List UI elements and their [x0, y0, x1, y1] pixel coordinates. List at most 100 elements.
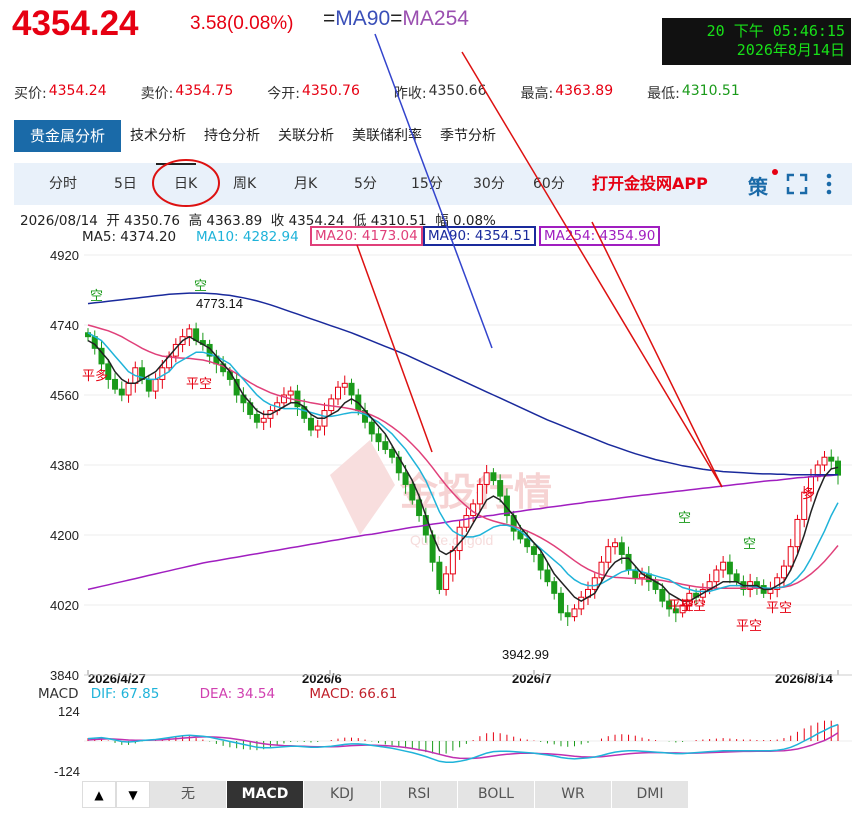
ma10-line — [87, 332, 839, 593]
indicator-tab[interactable]: MACD — [227, 781, 304, 808]
clock-date: 2026年8月14日 — [736, 41, 845, 59]
down-arrow-icon[interactable]: ▼ — [116, 781, 150, 808]
quote-item: 昨收: 4350.66 — [394, 83, 487, 103]
candlestick-chart[interactable]: 4920474045604380420040203840金投行情Quote.cn… — [0, 245, 856, 685]
macd-y-tick: 124 — [58, 704, 80, 719]
quote-value: 4363.89 — [555, 83, 614, 99]
quote-item: 最低: 4310.51 — [647, 83, 740, 103]
fullscreen-icon[interactable] — [786, 173, 808, 195]
period-item[interactable]: 日K — [174, 163, 197, 205]
y-tick-label: 4020 — [50, 598, 79, 613]
candle-body — [463, 515, 470, 528]
tab-item[interactable]: 季节分析 — [431, 120, 505, 152]
y-tick-label: 4200 — [50, 528, 79, 543]
candle-body — [341, 382, 348, 388]
tab-item[interactable]: 美联储利率 — [343, 120, 431, 152]
strategy-icon[interactable]: 策 — [748, 171, 768, 200]
period-item[interactable]: 周K — [233, 163, 256, 205]
indicator-tabs: ▲ ▼ 无 MACD KDJ RSI BOLL WR DMI — [82, 781, 689, 808]
macd-chart[interactable]: 124 -124 — [0, 703, 856, 781]
indicator-tab[interactable]: BOLL — [458, 781, 535, 808]
candle-body — [483, 472, 490, 485]
ma-value: MA10: 4282.94 — [196, 229, 299, 245]
candle-body — [497, 480, 504, 497]
indicator-tab[interactable]: KDJ — [304, 781, 381, 808]
candle-body — [436, 561, 443, 590]
candle-body — [125, 382, 132, 396]
indicator-tab[interactable]: WR — [535, 781, 612, 808]
tab-item[interactable]: 持仓分析 — [195, 120, 269, 152]
candle-body — [490, 472, 497, 482]
signal-label: 空 — [194, 278, 207, 293]
candle-body — [720, 561, 727, 571]
quote-item: 今开: 4350.76 — [267, 83, 360, 103]
price-change: 3.58(0.08%) — [190, 13, 294, 34]
y-tick-label: 4560 — [50, 388, 79, 403]
candle-body — [530, 546, 537, 555]
quote-label: 昨收: — [393, 86, 427, 102]
candle-body — [551, 581, 558, 594]
candle-body — [456, 526, 463, 552]
x-tick-label: 2026/6 — [302, 671, 342, 685]
tab-item[interactable]: 技术分析 — [121, 120, 195, 152]
quote-value: 4310.51 — [681, 83, 740, 99]
ma-value: MA254: 4354.90 — [539, 226, 661, 246]
indicator-tab[interactable]: 无 — [150, 781, 227, 808]
candle-body — [328, 398, 335, 412]
red-dot-icon — [772, 169, 778, 175]
candle-body — [612, 542, 619, 548]
dea-value: DEA: 34.54 — [199, 686, 276, 702]
period-item[interactable]: 15分 — [411, 163, 443, 205]
signal-label: 多 — [802, 486, 815, 501]
clock-time: 20 下午 05:46:15 — [706, 22, 845, 40]
candle-body — [402, 472, 409, 485]
candle-body — [733, 573, 740, 583]
more-icon[interactable] — [825, 172, 833, 196]
ma-value: MA5: 4374.20 — [82, 229, 177, 245]
tab-item[interactable]: 关联分析 — [269, 120, 343, 152]
period-item[interactable]: 5日 — [114, 163, 137, 205]
signal-label: 平空 — [186, 376, 212, 391]
candle-body — [578, 596, 585, 610]
dif-line — [87, 723, 839, 764]
signal-label: 空 — [678, 510, 691, 525]
period-item[interactable]: 30分 — [473, 163, 505, 205]
period-item[interactable]: 5分 — [354, 163, 377, 205]
open-app-link[interactable]: 打开金投网APP — [592, 163, 708, 205]
quote-value: 4350.76 — [301, 83, 360, 99]
candle-body — [145, 378, 152, 392]
candle-body — [152, 378, 159, 392]
macd-value: MACD: 66.61 — [309, 686, 398, 702]
last-price: 4354.24 — [12, 4, 139, 43]
up-arrow-icon[interactable]: ▲ — [82, 781, 116, 808]
quote-label: 最高: — [520, 86, 554, 102]
quote-label: 今开: — [267, 86, 300, 102]
macd-values-row: MACD DIF: 67.85 DEA: 34.54 MACD: 66.61 — [38, 686, 397, 702]
candle-body — [605, 546, 612, 563]
period-item[interactable]: 60分 — [533, 163, 565, 205]
indicator-tab[interactable]: DMI — [612, 781, 689, 808]
signal-label: 平空 — [680, 598, 706, 613]
x-tick-label: 2026/4/27 — [88, 671, 146, 685]
eq-sign: = — [323, 7, 336, 30]
ma90-title: MA90 — [335, 7, 391, 30]
quote-item: 买价: 4354.24 — [14, 83, 107, 103]
ma-value: MA90: 4354.51 — [423, 226, 536, 246]
period-item[interactable]: 分时 — [49, 163, 77, 205]
low-annotation: 3942.99 — [502, 647, 549, 662]
candle-body — [713, 569, 720, 583]
candle-body — [186, 328, 193, 338]
tab-item[interactable]: 贵金属分析 — [14, 120, 122, 152]
candle-body — [159, 367, 166, 380]
candle-body — [571, 608, 578, 618]
candle-body — [443, 573, 450, 590]
candle-body — [368, 421, 375, 435]
watermark-logo — [330, 440, 395, 535]
y-tick-label: 4380 — [50, 458, 79, 473]
quote-item: 最高: 4363.89 — [521, 83, 614, 103]
period-item[interactable]: 月K — [294, 163, 317, 205]
macd-y-tick: -124 — [54, 764, 80, 779]
y-tick-label: 3840 — [50, 668, 79, 683]
candle-body — [382, 441, 389, 450]
indicator-tab[interactable]: RSI — [381, 781, 458, 808]
